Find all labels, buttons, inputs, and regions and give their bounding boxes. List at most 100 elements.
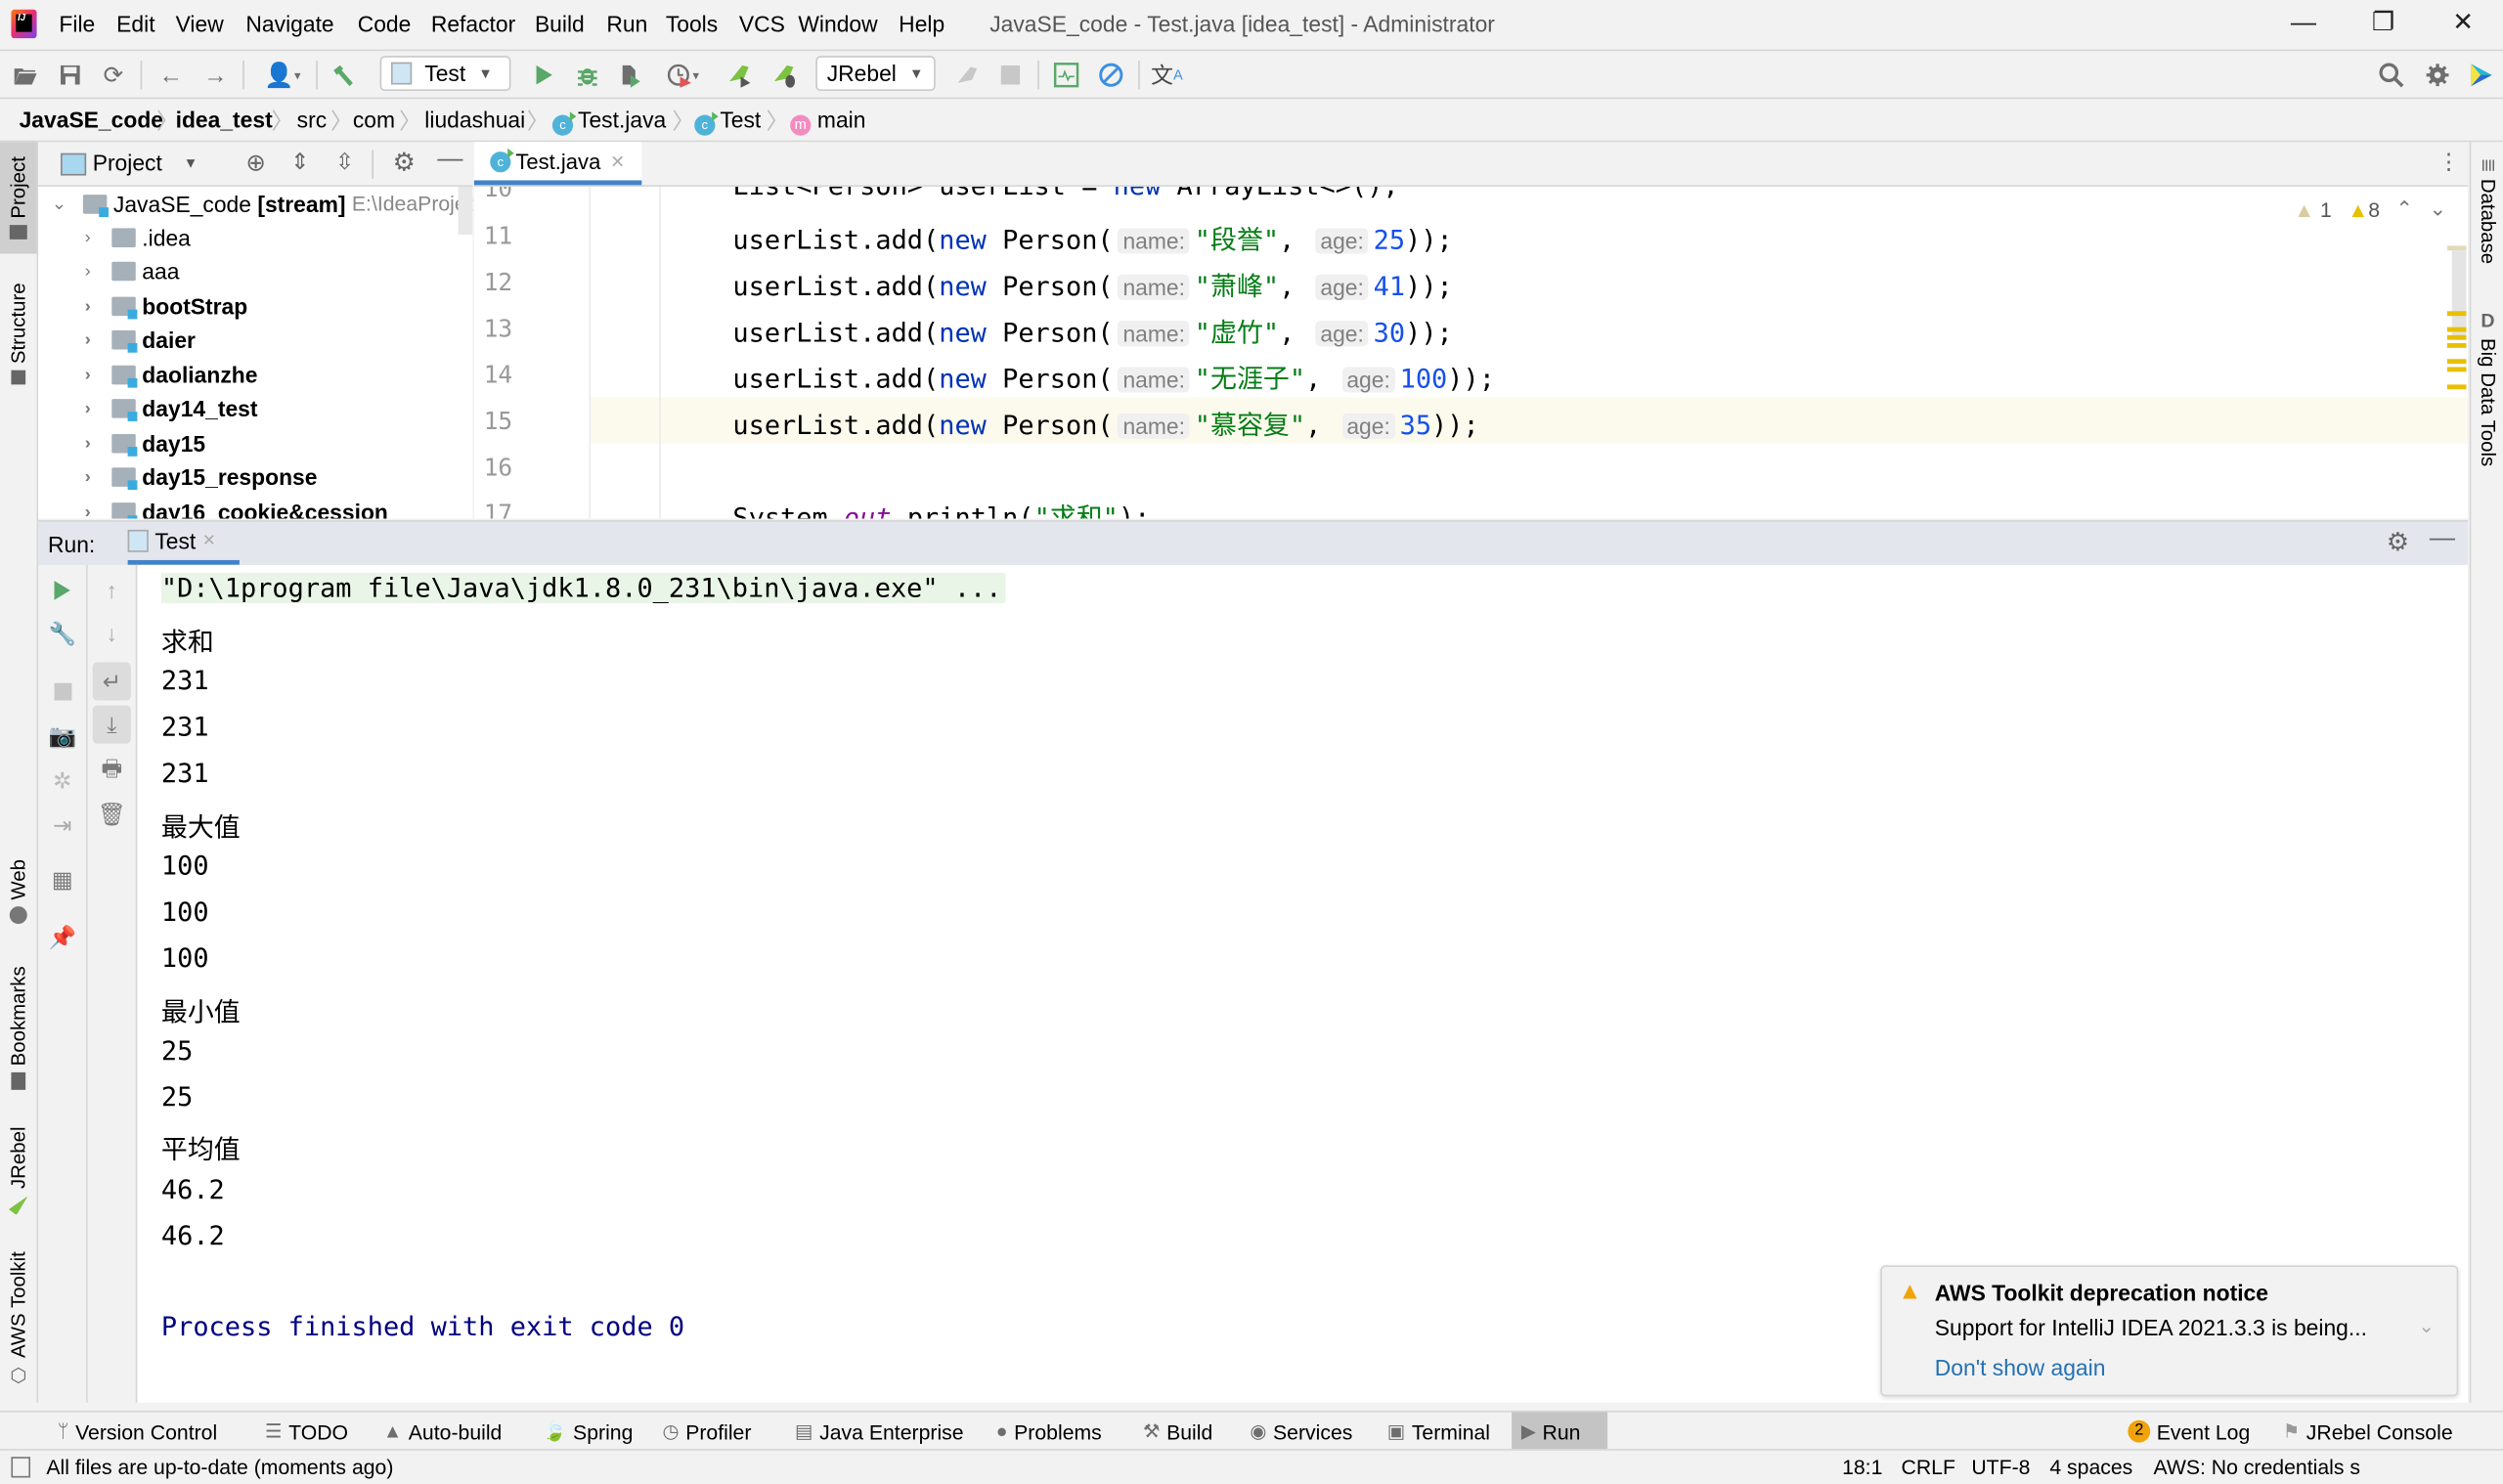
- tree-scrollbar[interactable]: [458, 186, 473, 235]
- close-tab-icon[interactable]: ✕: [610, 151, 625, 172]
- menu-build[interactable]: Build: [535, 11, 585, 36]
- chevron-right-icon[interactable]: ›: [76, 398, 99, 417]
- chevron-right-icon[interactable]: ›: [76, 466, 99, 486]
- chevron-down-icon[interactable]: ⌄: [48, 194, 70, 214]
- locate-icon[interactable]: ⊕: [245, 149, 266, 177]
- print-icon[interactable]: 🖶: [98, 755, 126, 785]
- run-config-select[interactable]: Test ▼: [379, 56, 511, 92]
- restore-layout-icon[interactable]: ⇥: [48, 810, 76, 839]
- restore-button[interactable]: ❐: [2359, 7, 2407, 42]
- menu-file[interactable]: File: [59, 11, 95, 36]
- soft-wrap-icon[interactable]: ↵: [92, 662, 131, 701]
- caret-position[interactable]: 18:1: [1842, 1456, 1882, 1479]
- status-toggle-icon[interactable]: [11, 1457, 31, 1478]
- jrebel-console-button[interactable]: ⚑ JRebel Console: [2273, 1413, 2463, 1451]
- file-encoding[interactable]: UTF-8: [1971, 1456, 2030, 1479]
- settings-icon[interactable]: ⚙: [393, 147, 416, 179]
- tool-tab-jrebel[interactable]: JRebel: [0, 1115, 37, 1227]
- menu-help[interactable]: Help: [899, 11, 944, 36]
- event-log-button[interactable]: 2 Event Log: [2119, 1413, 2261, 1451]
- run-tab-test[interactable]: Test ✕: [127, 522, 240, 565]
- tool-run[interactable]: ▶ Run: [1512, 1412, 1608, 1451]
- warning-stripe-mark[interactable]: [2446, 334, 2467, 340]
- tool-tab-aws[interactable]: ⬡ AWS Toolkit: [0, 1244, 37, 1395]
- code-editor[interactable]: 10 11 12 13 14 15 16 17 List<Person> use…: [473, 186, 2469, 519]
- chevron-right-icon[interactable]: ›: [76, 502, 99, 518]
- menu-tools[interactable]: Tools: [666, 11, 718, 36]
- vcs-user-icon[interactable]: 👤 ▾: [260, 61, 305, 90]
- edit-config-icon[interactable]: 🔧: [48, 619, 76, 647]
- tree-item[interactable]: › .idea: [76, 220, 191, 253]
- tree-item[interactable]: › day14_test: [76, 391, 258, 424]
- sync-icon[interactable]: ⟳: [99, 61, 127, 90]
- tool-tab-big-data[interactable]: D Big Data Tools: [2471, 310, 2503, 477]
- more-icon[interactable]: ⋮: [2437, 149, 2460, 176]
- expand-chevron-icon[interactable]: ⌄: [2418, 1315, 2434, 1337]
- back-icon[interactable]: ←: [156, 61, 185, 89]
- scroll-to-end-icon[interactable]: ⤓: [92, 705, 131, 744]
- run-icon[interactable]: [530, 61, 558, 89]
- warning-stripe-mark[interactable]: [2446, 327, 2467, 332]
- debug-disabled-icon[interactable]: ✲: [48, 765, 76, 794]
- warning-indicator[interactable]: ▲8: [2348, 197, 2380, 221]
- editor-tab-test-java[interactable]: c Test.java ✕: [473, 142, 642, 186]
- chevron-down-icon[interactable]: ▼: [184, 154, 198, 170]
- breadcrumb-module[interactable]: idea_test: [176, 107, 273, 132]
- tool-auto-build[interactable]: ▲ Auto-build: [373, 1413, 511, 1451]
- jrebel-debug-icon[interactable]: [769, 61, 798, 89]
- line-separator[interactable]: CRLF: [1901, 1456, 1954, 1479]
- forward-icon[interactable]: →: [201, 61, 230, 89]
- jrebel-config-select[interactable]: JRebel ▼: [815, 56, 936, 92]
- camera-icon[interactable]: 📷: [48, 721, 76, 750]
- tool-build[interactable]: ⚒ Build: [1133, 1413, 1222, 1451]
- warning-stripe-mark[interactable]: [2446, 367, 2467, 372]
- warning-stripe-mark[interactable]: [2446, 342, 2467, 348]
- tool-problems[interactable]: ● Problems: [987, 1413, 1112, 1451]
- next-highlight-icon[interactable]: ⌄: [2429, 196, 2446, 222]
- tool-todo[interactable]: ☰ TODO: [255, 1413, 358, 1451]
- menu-navigate[interactable]: Navigate: [245, 11, 333, 36]
- chevron-right-icon[interactable]: ›: [76, 296, 99, 316]
- menu-code[interactable]: Code: [358, 11, 412, 36]
- breadcrumb-src[interactable]: src: [297, 107, 327, 132]
- tree-item[interactable]: › daier: [76, 323, 196, 356]
- close-tab-icon[interactable]: ✕: [202, 532, 216, 549]
- tree-item[interactable]: › day15_response: [76, 459, 318, 493]
- warning-stripe-mark[interactable]: [2446, 359, 2467, 365]
- breadcrumb-method[interactable]: m main: [790, 107, 865, 136]
- stop-icon[interactable]: [996, 61, 1025, 89]
- breadcrumb-file[interactable]: c Test.java: [551, 107, 666, 136]
- settings-icon[interactable]: ⚙: [2387, 527, 2409, 559]
- tool-tab-project[interactable]: Project: [0, 142, 37, 254]
- tree-item[interactable]: › aaa: [76, 254, 180, 287]
- tool-tab-structure[interactable]: Structure: [0, 270, 37, 398]
- chevron-right-icon[interactable]: ›: [76, 329, 99, 349]
- monitor-icon[interactable]: [1052, 61, 1080, 89]
- tool-spring[interactable]: 🍃 Spring: [533, 1413, 642, 1451]
- no-entry-icon[interactable]: [1097, 61, 1125, 89]
- chevron-right-icon[interactable]: ›: [76, 365, 99, 384]
- minimize-button[interactable]: —: [2279, 7, 2327, 42]
- menu-edit[interactable]: Edit: [116, 11, 154, 36]
- indent-setting[interactable]: 4 spaces: [2049, 1456, 2132, 1479]
- rerun-icon[interactable]: [48, 576, 76, 604]
- translate-icon[interactable]: 文A: [1151, 61, 1183, 89]
- menu-window[interactable]: Window: [798, 11, 877, 36]
- tool-terminal[interactable]: ▣ Terminal: [1378, 1413, 1500, 1451]
- trash-icon[interactable]: 🗑: [98, 800, 126, 828]
- tool-tab-web[interactable]: Web: [0, 844, 37, 939]
- dont-show-again-link[interactable]: Don't show again: [1935, 1355, 2106, 1380]
- chevron-right-icon[interactable]: ›: [76, 433, 99, 453]
- down-arrow-icon[interactable]: ↓: [98, 619, 126, 647]
- stop-icon[interactable]: [48, 677, 76, 705]
- breadcrumb-class[interactable]: c Test: [694, 107, 761, 136]
- tool-tab-bookmarks[interactable]: Bookmarks: [0, 956, 37, 1100]
- tool-profiler[interactable]: ◷ Profiler: [653, 1413, 761, 1451]
- weak-warning-indicator[interactable]: ▲ 1: [2294, 197, 2332, 221]
- save-icon[interactable]: [56, 61, 84, 89]
- debug-icon[interactable]: [573, 61, 601, 89]
- hide-panel-icon[interactable]: —: [437, 146, 462, 174]
- settings-icon[interactable]: [2423, 61, 2451, 89]
- tool-services[interactable]: ◉ Services: [1241, 1413, 1363, 1451]
- menu-refactor[interactable]: Refactor: [431, 11, 515, 36]
